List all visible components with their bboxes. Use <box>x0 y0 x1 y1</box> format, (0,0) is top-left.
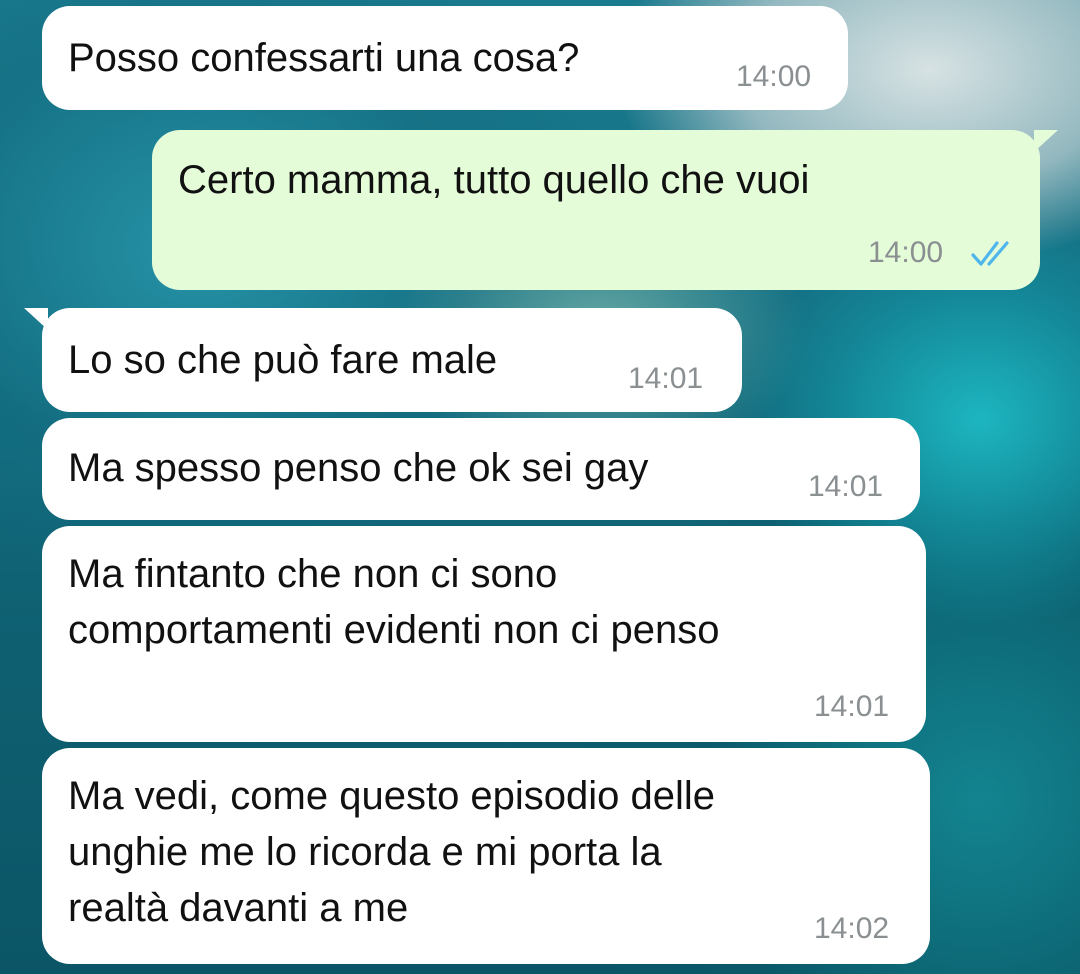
message-timestamp: 14:01 <box>808 470 884 503</box>
read-double-check-icon <box>971 241 1009 266</box>
message-text-line: comportamenti evidenti non ci penso <box>68 608 720 652</box>
message-text: Certo mamma, tutto quello che vuoi <box>178 158 810 202</box>
message-bubble-outgoing[interactable]: Certo mamma, tutto quello che vuoi 14:00 <box>152 130 1058 290</box>
message-text-line: Ma fintanto che non ci sono <box>68 552 558 596</box>
message-timestamp: 14:02 <box>814 912 890 945</box>
message-bubble-incoming[interactable]: Ma vedi, come questo episodio delle ungh… <box>42 748 930 964</box>
message-text: Ma spesso penso che ok sei gay <box>68 446 649 490</box>
message-text-line: unghie me lo ricorda e mi porta la <box>68 830 662 874</box>
message-timestamp: 14:00 <box>736 60 812 93</box>
message-text: Posso confessarti una cosa? <box>68 36 580 80</box>
message-bubble-incoming[interactable]: Ma spesso penso che ok sei gay 14:01 <box>42 418 920 520</box>
bubble-tail <box>1034 130 1058 152</box>
message-timestamp: 14:00 <box>868 236 944 269</box>
message-bubble-incoming[interactable]: Lo so che può fare male 14:01 <box>24 308 742 412</box>
message-text-line: realtà davanti a me <box>68 886 409 930</box>
message-bubble-incoming[interactable]: Ma fintanto che non ci sono comportament… <box>42 526 926 742</box>
message-text-line: Ma vedi, come questo episodio delle <box>68 774 716 818</box>
message-timestamp: 14:01 <box>628 362 704 395</box>
message-text: Lo so che può fare male <box>68 338 498 382</box>
message-bubble-incoming[interactable]: Posso confessarti una cosa? 14:00 <box>42 6 848 110</box>
message-timestamp: 14:01 <box>814 690 890 723</box>
bubble-tail <box>24 308 48 330</box>
